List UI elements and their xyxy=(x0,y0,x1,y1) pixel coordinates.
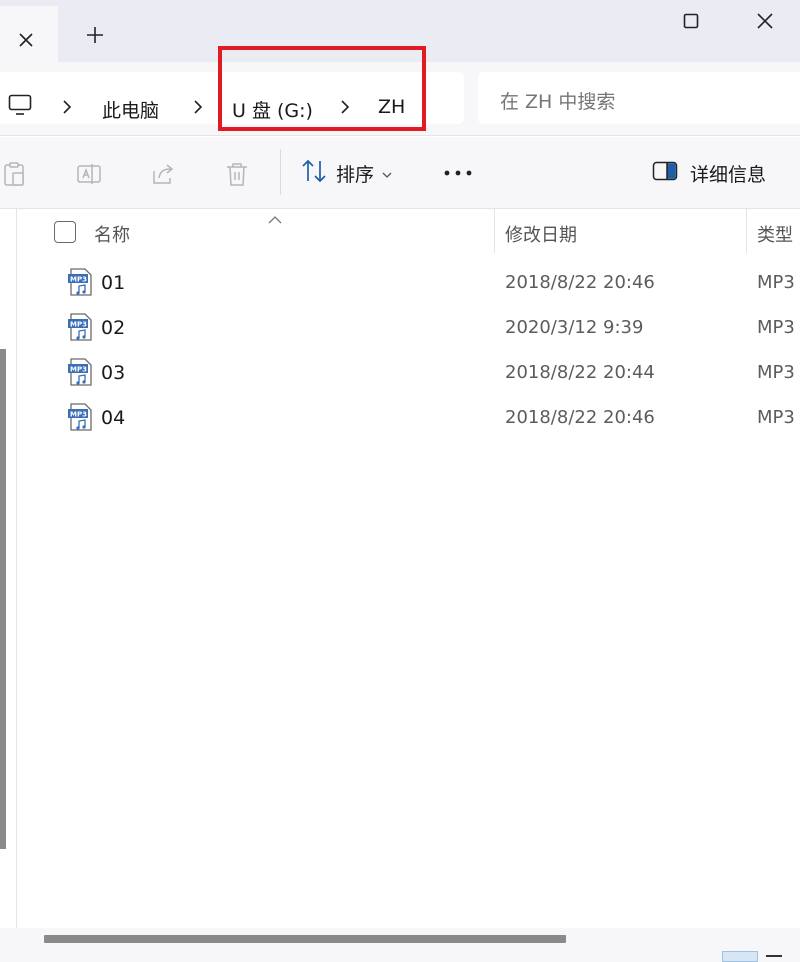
select-all-checkbox[interactable] xyxy=(54,221,76,243)
file-type: MP3 xyxy=(757,317,795,338)
file-name: 04 xyxy=(101,407,126,429)
details-pane-button[interactable]: 详细信息 xyxy=(652,157,766,189)
file-type: MP3 xyxy=(757,362,795,383)
details-pane-icon xyxy=(652,160,678,187)
file-date: 2018/8/22 20:46 xyxy=(505,272,655,293)
rename-icon[interactable] xyxy=(76,161,102,187)
share-icon[interactable] xyxy=(150,161,176,187)
close-icon[interactable] xyxy=(12,26,40,54)
delete-icon[interactable] xyxy=(224,161,250,187)
sort-label: 排序 xyxy=(336,163,375,186)
sort-icon xyxy=(300,158,328,189)
search-input[interactable]: 在 ZH 中搜索 xyxy=(478,72,800,124)
file-type: MP3 xyxy=(757,272,795,293)
svg-text:MP3: MP3 xyxy=(70,321,87,329)
browser-tab[interactable] xyxy=(0,6,58,62)
mp3-file-icon: MP3 xyxy=(66,267,96,297)
plus-icon[interactable] xyxy=(80,20,110,50)
toolbar-divider xyxy=(280,149,281,195)
annotation-highlight-box xyxy=(218,46,426,131)
column-header-type[interactable]: 类型 xyxy=(757,221,793,247)
details-label: 详细信息 xyxy=(690,163,767,186)
chevron-down-icon xyxy=(382,162,392,184)
column-header-date[interactable]: 修改日期 xyxy=(505,221,577,247)
file-date: 2020/3/12 9:39 xyxy=(505,317,644,338)
details-view-toggle[interactable] xyxy=(722,951,758,962)
horizontal-scrollbar-thumb[interactable] xyxy=(44,935,566,943)
search-placeholder: 在 ZH 中搜索 xyxy=(500,91,616,113)
file-row[interactable]: MP3 03 2018/8/22 20:44 MP3 xyxy=(0,350,800,395)
file-list-area: 名称 修改日期 类型 MP3 01 2018/8/22 20:46 MP3 MP… xyxy=(0,209,800,962)
horizontal-scrollbar-track[interactable] xyxy=(0,928,800,962)
window-close-icon[interactable] xyxy=(730,0,800,42)
file-type: MP3 xyxy=(757,407,795,428)
column-separator[interactable] xyxy=(494,209,495,253)
chevron-right-icon[interactable] xyxy=(193,99,203,118)
column-header-name[interactable]: 名称 xyxy=(94,221,130,247)
mp3-file-icon: MP3 xyxy=(66,312,96,342)
tiles-view-toggle[interactable] xyxy=(766,955,782,957)
command-bar: 排序 详细信息 xyxy=(0,137,800,209)
paste-icon[interactable] xyxy=(2,161,28,187)
sort-button[interactable]: 排序 xyxy=(300,157,392,189)
mp3-file-icon: MP3 xyxy=(66,402,96,432)
file-name: 01 xyxy=(101,272,126,294)
sort-ascending-icon xyxy=(268,209,282,228)
file-name: 03 xyxy=(101,362,126,384)
chevron-right-icon[interactable] xyxy=(62,99,72,118)
monitor-icon[interactable] xyxy=(8,94,32,120)
file-date: 2018/8/22 20:46 xyxy=(505,407,655,428)
svg-text:MP3: MP3 xyxy=(70,366,87,374)
svg-text:MP3: MP3 xyxy=(70,276,87,284)
maximize-icon[interactable] xyxy=(656,0,726,42)
svg-text:MP3: MP3 xyxy=(70,411,87,419)
column-separator[interactable] xyxy=(746,209,747,253)
file-row[interactable]: MP3 01 2018/8/22 20:46 MP3 xyxy=(0,260,800,305)
column-header-row: 名称 修改日期 类型 xyxy=(0,209,800,253)
file-date: 2018/8/22 20:44 xyxy=(505,362,655,383)
file-name: 02 xyxy=(101,317,126,339)
file-row[interactable]: MP3 04 2018/8/22 20:46 MP3 xyxy=(0,395,800,440)
file-row[interactable]: MP3 02 2020/3/12 9:39 MP3 xyxy=(0,305,800,350)
mp3-file-icon: MP3 xyxy=(66,357,96,387)
more-icon[interactable] xyxy=(440,157,476,189)
breadcrumb-this-pc[interactable]: 此电脑 xyxy=(102,96,159,123)
